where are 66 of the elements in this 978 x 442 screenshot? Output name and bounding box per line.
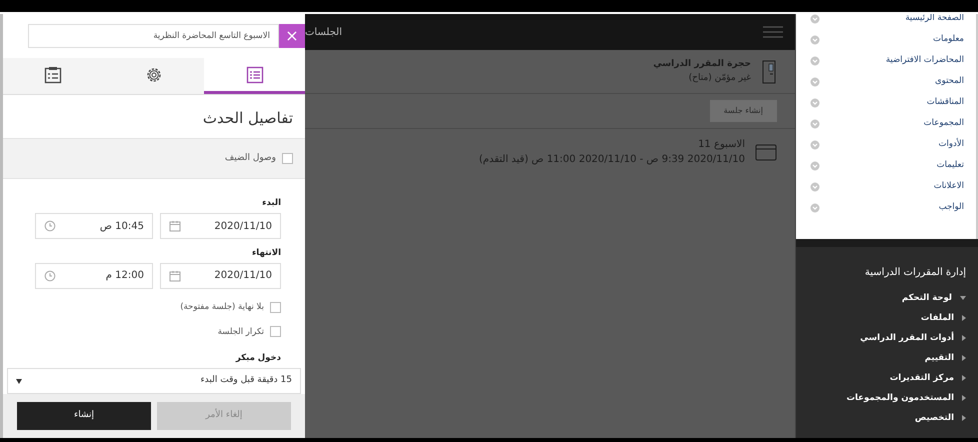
time-field[interactable]: 12:00 م (35, 262, 153, 289)
menu-item[interactable]: الواجب (810, 197, 964, 218)
session-time: 2020/11/10 9:39 ص - 2020/11/10 11:00 ص (قيد التقدم) (478, 153, 745, 167)
chevron-circle-icon (810, 98, 820, 108)
menu-item[interactable]: المحتوى (810, 71, 964, 92)
checkbox-label: بلا نهاية (جلسة مفتوحة) (180, 300, 264, 314)
menu-item[interactable]: المستخدمون والمجموعات (808, 388, 966, 408)
chevron-circle-icon (810, 56, 820, 66)
chevron-circle-icon (810, 76, 820, 86)
calendar-icon (169, 270, 181, 282)
date-field[interactable]: 2020/11/10 (160, 262, 281, 289)
room-name: حجرة المقرر الدراسي (653, 58, 751, 71)
menu-item[interactable]: التقييم (808, 348, 966, 368)
calendar-icon (755, 143, 777, 161)
menu-item[interactable]: المحاضرات الافتراضية (810, 50, 964, 71)
create-button[interactable]: إنشاء (17, 402, 151, 430)
clock-icon (44, 220, 56, 232)
menu-icon (763, 26, 783, 38)
date-value: 2020/11/10 (214, 220, 272, 234)
panel-title: الجلسات (305, 26, 342, 40)
list-icon (246, 66, 264, 84)
checkbox[interactable] (270, 326, 281, 338)
menu-item[interactable]: أدوات المقرر الدراسي (808, 328, 966, 348)
dropdown-arrow-icon (16, 378, 22, 384)
tab[interactable] (204, 58, 305, 94)
checkbox-label: وصول الضيف (224, 152, 276, 165)
menu-item[interactable]: لوحة التحكم (808, 288, 966, 308)
chevron-circle-icon (810, 140, 820, 150)
chevron-circle-icon (810, 118, 820, 128)
menu-item[interactable]: المناقشات (810, 92, 964, 113)
title-field[interactable]: الاسبوع التاسع المحاضرة النظرية (28, 24, 279, 48)
checklist-icon (44, 66, 62, 84)
checkbox-label: تكرار الجلسة (218, 326, 264, 338)
date-field[interactable]: 2020/11/10 (160, 213, 281, 239)
menu-item[interactable]: معلومات (810, 29, 964, 50)
time-field[interactable]: 10:45 ص (35, 213, 153, 239)
checkbox[interactable] (270, 302, 281, 313)
menu-item[interactable]: تعليمات (810, 155, 964, 176)
clock-icon (44, 270, 56, 282)
menu-item[interactable]: التخصيص (808, 408, 966, 428)
menu-item[interactable]: الصفحة الرئيسية (810, 14, 964, 29)
menu-item[interactable]: الأدوات (810, 134, 964, 155)
settings-icon (145, 66, 163, 84)
field-label: البدء (261, 197, 281, 210)
menu-item[interactable]: الملفات (808, 308, 966, 328)
section-heading: تفاصيل الحدث (202, 108, 294, 130)
room-status: غير مؤمّن (متاح) (688, 72, 751, 84)
chevron-circle-icon (810, 182, 820, 192)
time-value: 12:00 م (106, 269, 144, 284)
time-value: 10:45 ص (100, 220, 144, 234)
checkbox[interactable] (282, 153, 293, 164)
field-label: الانتهاء (250, 247, 281, 260)
calendar-icon (169, 220, 181, 232)
section-title: إدارة المقررات الدراسية (864, 266, 966, 280)
date-value: 2020/11/10 (214, 269, 272, 284)
chevron-circle-icon (810, 160, 820, 170)
menu-item[interactable]: المجموعات (810, 113, 964, 134)
close-button[interactable]: × (279, 24, 305, 48)
door-icon (761, 60, 777, 84)
menu-item[interactable]: الاعلانات (810, 176, 964, 197)
menu-item[interactable]: مركز التقديرات (808, 368, 966, 388)
session-name: الاسبوع 11 (697, 138, 745, 152)
chevron-circle-icon (810, 202, 820, 212)
field-label: دخول مبكر (234, 352, 281, 365)
chevron-circle-icon (810, 34, 820, 44)
dropdown-value: 15 دقيقة قبل وقت البدء (200, 374, 292, 388)
